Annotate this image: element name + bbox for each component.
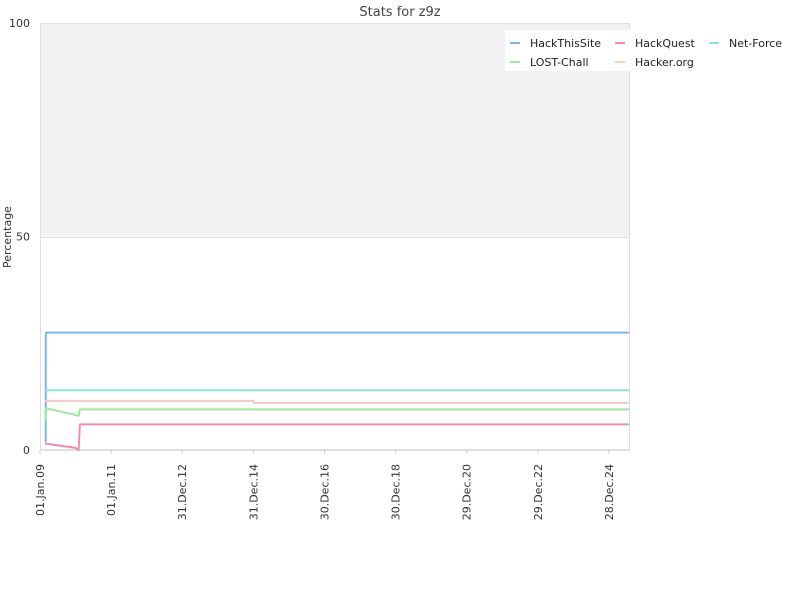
x-tick-label: 29.Dec.20 [461, 464, 474, 520]
legend-label: HackQuest [635, 37, 696, 50]
legend-label: LOST-Chall [530, 56, 589, 69]
plot-background [40, 23, 630, 450]
x-tick-label: 28.Dec.24 [603, 464, 616, 520]
legend-label: HackThisSite [530, 37, 601, 50]
x-tick-label: 30.Dec.16 [318, 464, 331, 520]
x-tick-label: 31.Dec.12 [176, 464, 189, 520]
chart-title: Stats for z9z [359, 5, 440, 20]
x-axis: 01.Jan.09 01.Jan.11 31.Dec.12 31.Dec.14 30.D… [34, 450, 616, 520]
x-tick-label: 29.Dec.22 [532, 464, 545, 520]
x-tick-label: 01.Jan.09 [34, 464, 47, 516]
legend-label: Hacker.org [635, 56, 694, 69]
y-tick-label: 50 [16, 231, 30, 244]
x-tick-label: 31.Dec.14 [247, 464, 260, 520]
legend-label: Net-Force [729, 37, 782, 50]
y-tick-label: 0 [23, 444, 30, 457]
legend: HackThisSite HackQuest Net-Force LOST-Chall… [505, 30, 782, 71]
y-axis-title: Percentage [1, 206, 14, 268]
chart: 0 50 100 01.Jan.09 01.Jan.11 31.Dec.12 31.Dec… [1, 5, 782, 520]
x-tick-label: 01.Jan.11 [105, 464, 118, 516]
y-tick-label: 100 [9, 17, 30, 30]
x-tick-label: 30.Dec.18 [390, 464, 403, 520]
